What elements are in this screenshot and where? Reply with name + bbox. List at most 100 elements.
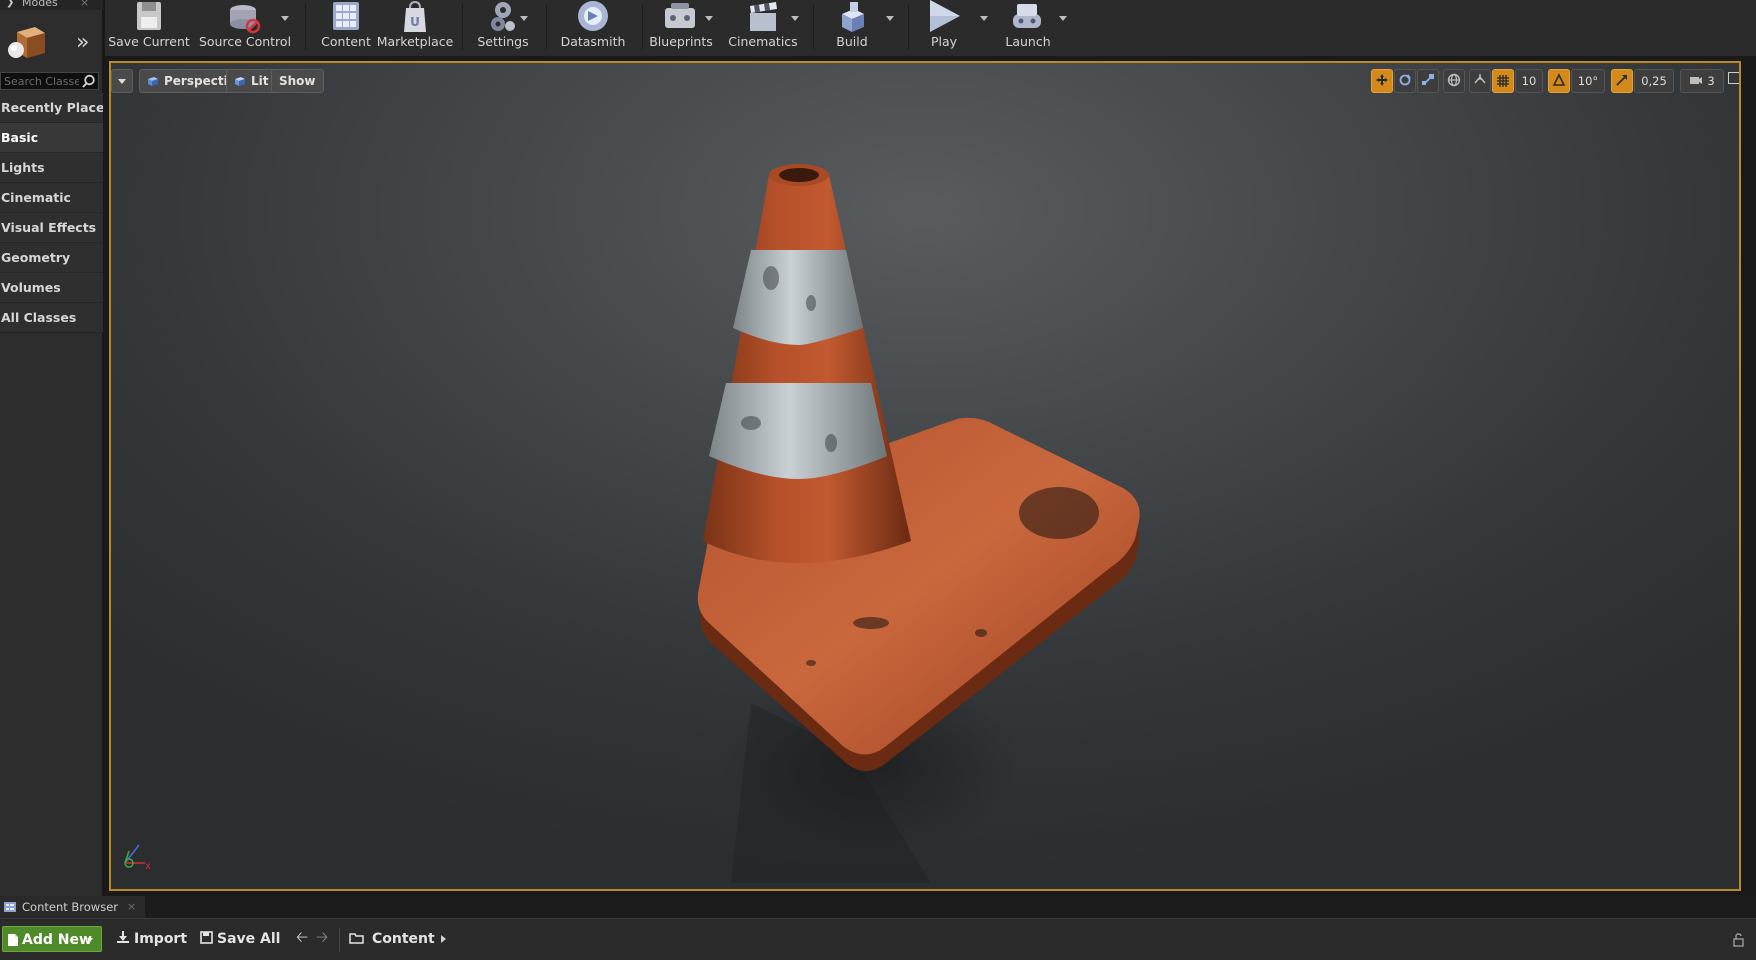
path-content-label: Content — [372, 931, 435, 947]
camera-icon — [1690, 77, 1703, 84]
source-control-button[interactable]: Source Control — [195, 0, 295, 54]
rotation-snap-value[interactable]: 10° — [1571, 69, 1605, 93]
datasmith-button[interactable]: Datasmith — [548, 0, 638, 54]
show-button[interactable]: Show — [271, 69, 324, 93]
class-search[interactable] — [0, 72, 99, 90]
new-file-icon — [8, 934, 18, 946]
launch-icon — [1013, 4, 1041, 28]
blueprint-icon — [665, 3, 695, 28]
chevron-down-icon[interactable] — [520, 16, 528, 21]
datasmith-label: Datasmith — [560, 34, 626, 49]
traffic-cone-mesh[interactable] — [111, 63, 1739, 889]
content-browser-toolbar: Add New Import Save All 🡠 🡢 Content — [0, 918, 1756, 960]
content-browser-tab-label: Content Browser — [22, 900, 118, 914]
category-item-all-classes[interactable]: All Classes — [0, 303, 103, 333]
category-item-basic[interactable]: Basic — [0, 123, 103, 153]
toolbar-separator — [546, 4, 547, 50]
class-search-input[interactable] — [1, 73, 79, 89]
category-item-recently-placed[interactable]: Recently Placed — [0, 93, 103, 123]
cinematics-label: Cinematics — [728, 34, 798, 49]
modes-tab[interactable]: ❯ Modes × — [0, 0, 103, 10]
rotation-snap-label: 10° — [1577, 74, 1599, 88]
perspective-cube-icon — [148, 77, 158, 86]
marketplace-icon: U — [404, 0, 426, 32]
build-button[interactable]: Build — [816, 0, 888, 54]
build-cube-icon — [842, 2, 864, 32]
category-item-geometry[interactable]: Geometry — [0, 243, 103, 273]
launch-label: Launch — [1005, 34, 1051, 49]
close-icon[interactable]: × — [80, 0, 89, 9]
scale-snap-toggle[interactable] — [1611, 69, 1633, 93]
globe-icon — [1447, 73, 1461, 87]
surface-snap-button[interactable] — [1469, 69, 1491, 93]
path-chevron-right-icon[interactable] — [441, 935, 446, 943]
play-button[interactable]: Play — [910, 0, 978, 54]
viewport-snap-toolbar: 10 10° 0,25 3 — [1349, 69, 1739, 93]
chevron-down-icon[interactable] — [705, 16, 713, 21]
more-modes-icon[interactable]: » — [76, 32, 89, 54]
lock-icon[interactable] — [1733, 933, 1746, 947]
settings-button[interactable]: Settings — [463, 0, 543, 54]
chevron-down-icon[interactable] — [886, 16, 894, 21]
modes-tab-label: Modes — [22, 0, 58, 9]
translate-tool-button[interactable] — [1371, 69, 1393, 93]
forward-arrow-icon[interactable]: 🡢 — [316, 927, 328, 952]
category-item-volumes[interactable]: Volumes — [0, 273, 103, 303]
folder-icon — [349, 933, 364, 944]
level-viewport[interactable]: Perspective Lit Show 10 10° 0,25 3 x — [109, 61, 1741, 891]
modes-panel: » Recently PlacedBasicLightsCinematicVis… — [0, 10, 103, 898]
camera-speed-button[interactable]: 3 — [1680, 69, 1724, 93]
lit-label: Lit — [251, 74, 269, 88]
import-button[interactable]: Import — [116, 926, 187, 952]
chevron-down-icon[interactable] — [980, 16, 988, 21]
category-item-lights[interactable]: Lights — [0, 153, 103, 183]
close-icon[interactable]: × — [127, 896, 136, 918]
toolbar-separator — [339, 928, 340, 952]
scale-snap-value[interactable]: 0,25 — [1634, 69, 1674, 93]
lit-mode-icon — [235, 77, 245, 86]
place-mode-icon[interactable] — [5, 24, 47, 62]
path-content-button[interactable]: Content — [349, 926, 435, 952]
scale-icon — [1422, 74, 1434, 85]
grid-snap-label: 10 — [1521, 74, 1537, 88]
category-item-cinematic[interactable]: Cinematic — [0, 183, 103, 213]
content-button[interactable]: Content — [311, 0, 381, 54]
rotate-tool-button[interactable] — [1394, 69, 1416, 93]
viewport-options-button[interactable] — [111, 69, 133, 93]
lit-button[interactable]: Lit — [226, 69, 277, 93]
blueprints-button[interactable]: Blueprints — [641, 0, 721, 54]
marketplace-button[interactable]: U Marketplace — [373, 0, 457, 54]
clapperboard-icon — [750, 2, 777, 31]
add-new-button[interactable]: Add New — [2, 926, 102, 952]
chevron-down-icon — [87, 938, 93, 942]
launch-button[interactable]: Launch — [991, 0, 1065, 54]
chevron-down-icon[interactable] — [281, 16, 289, 21]
search-icon[interactable] — [81, 74, 96, 89]
move-arrows-icon — [1376, 74, 1388, 86]
category-item-visual-effects[interactable]: Visual Effects — [0, 213, 103, 243]
svg-text:U: U — [410, 15, 420, 29]
save-icon — [137, 2, 161, 30]
maximize-viewport-icon[interactable] — [1728, 72, 1739, 84]
save-current-button[interactable]: Save Current — [105, 0, 193, 54]
world-local-toggle[interactable] — [1443, 69, 1465, 93]
save-all-button[interactable]: Save All — [200, 926, 280, 952]
save-all-icon — [200, 931, 213, 944]
import-icon — [117, 931, 129, 943]
cinematics-button[interactable]: Cinematics — [717, 0, 809, 54]
toolbar-separator — [908, 4, 909, 50]
grid-snap-value[interactable]: 10 — [1515, 69, 1543, 93]
chevron-down-icon[interactable] — [1059, 16, 1067, 21]
grid-snap-toggle[interactable] — [1492, 69, 1514, 93]
axis-gizmo-icon: x — [124, 844, 151, 871]
rotate-icon — [1399, 74, 1411, 86]
rotation-snap-toggle[interactable] — [1548, 69, 1570, 93]
grid-icon — [1497, 75, 1509, 87]
play-icon — [930, 0, 960, 32]
scale-tool-button[interactable] — [1417, 69, 1439, 93]
scale-snap-label: 0,25 — [1641, 74, 1667, 88]
modes-tab-icon: ❯ — [6, 0, 15, 8]
content-browser-tab[interactable]: Content Browser × — [0, 896, 145, 918]
chevron-down-icon[interactable] — [791, 16, 799, 21]
back-arrow-icon[interactable]: 🡠 — [296, 927, 308, 952]
